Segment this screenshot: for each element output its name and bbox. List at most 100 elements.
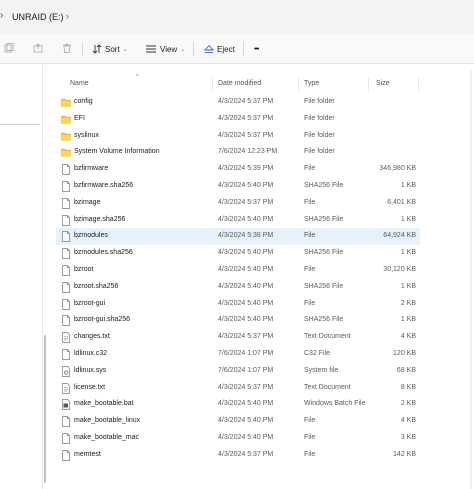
file-date-modified: 4/3/2024 5:40 PM bbox=[218, 266, 274, 273]
file-icon bbox=[62, 197, 70, 209]
system-file-icon bbox=[62, 365, 70, 377]
file-name: bzfirmware.sha256 bbox=[74, 182, 134, 189]
nav-scrollbar[interactable] bbox=[44, 335, 46, 483]
file-icon bbox=[62, 433, 70, 444]
file-date-modified: 7/6/2024 1:07 PM bbox=[218, 350, 274, 357]
file-type: SHA256 File bbox=[304, 215, 344, 223]
file-size: 1 KB bbox=[400, 282, 416, 290]
file-row[interactable]: ldlinux.c32 7/6/2024 1:07 PM C32 File 120 K… bbox=[56, 346, 420, 363]
file-name: bzroot-gui.sha256 bbox=[74, 316, 131, 324]
breadcrumb-drive[interactable]: UNRAID (E:) bbox=[12, 12, 64, 22]
file-row[interactable]: EFI 4/3/2024 5:37 PM File folder bbox=[56, 111, 420, 128]
file-row[interactable]: bzfirmware.sha256 4/3/2024 5:40 PM SHA256 … bbox=[56, 178, 420, 195]
file-size: 30,120 KB bbox=[383, 266, 416, 273]
file-name: bzmodules bbox=[74, 232, 108, 240]
column-name[interactable]: Name bbox=[70, 80, 89, 87]
file-type: File folder bbox=[304, 98, 335, 105]
file-name: bzmodules.sha256 bbox=[74, 249, 133, 257]
file-icon bbox=[62, 181, 70, 192]
pane-divider[interactable] bbox=[42, 65, 43, 489]
column-separator[interactable] bbox=[368, 78, 369, 91]
column-size[interactable]: Size bbox=[376, 80, 390, 87]
file-size: 6,401 KB bbox=[387, 198, 416, 206]
command-bar: Sort ⌄ View ⌄ Eject ••• bbox=[0, 34, 474, 64]
view-button[interactable]: View ⌄ bbox=[145, 42, 185, 56]
file-size: 3 KB bbox=[400, 434, 416, 441]
chevron-down-icon: ⌄ bbox=[180, 46, 186, 53]
file-icon bbox=[62, 265, 70, 276]
file-row[interactable]: make_bootable.bat 4/3/2024 5:40 PM Windows… bbox=[56, 396, 420, 413]
delete-icon[interactable] bbox=[62, 43, 72, 53]
file-icon bbox=[62, 298, 70, 310]
file-type: Windows Batch File bbox=[304, 400, 366, 408]
folder-icon bbox=[61, 149, 71, 158]
file-icon bbox=[62, 164, 70, 176]
file-date-modified: 4/3/2024 5:40 PM bbox=[218, 316, 274, 324]
column-date-modified[interactable]: Date modified bbox=[218, 80, 261, 87]
file-row[interactable]: syslinux 4/3/2024 5:37 PM File folder bbox=[56, 128, 420, 145]
file-row[interactable]: ldlinux.sys 7/6/2024 1:07 PM System file 68… bbox=[56, 363, 420, 380]
file-size: 1 KB bbox=[400, 215, 416, 223]
more-options-button[interactable]: ••• bbox=[254, 42, 259, 56]
file-size: 120 KB bbox=[393, 350, 416, 357]
share-icon[interactable] bbox=[33, 43, 43, 53]
toolbar-divider bbox=[82, 42, 83, 56]
file-row[interactable]: make_bootable_mac 4/3/2024 5:40 PM File 3 K… bbox=[56, 430, 420, 447]
file-row[interactable]: bzroot-gui.sha256 4/3/2024 5:40 PM SHA256 … bbox=[56, 312, 420, 329]
file-row[interactable]: bzroot.sha256 4/3/2024 5:40 PM SHA256 File… bbox=[56, 279, 420, 296]
file-date-modified: 4/3/2024 5:37 PM bbox=[218, 450, 274, 458]
file-date-modified: 4/3/2024 5:40 PM bbox=[218, 417, 274, 425]
file-icon bbox=[62, 416, 70, 428]
column-separator[interactable] bbox=[418, 78, 419, 91]
file-row[interactable]: bzmodules.sha256 4/3/2024 5:40 PM SHA256 F… bbox=[56, 245, 420, 262]
text-file-icon bbox=[62, 382, 70, 394]
file-icon bbox=[62, 281, 70, 293]
file-icon bbox=[62, 231, 70, 243]
file-type: Text Document bbox=[304, 333, 351, 341]
file-date-modified: 4/3/2024 5:37 PM bbox=[218, 98, 274, 105]
file-list-scrollbar[interactable] bbox=[470, 70, 472, 489]
file-name: bzfirmware bbox=[74, 165, 109, 173]
file-date-modified: 4/3/2024 5:38 PM bbox=[218, 232, 274, 240]
eject-button[interactable]: Eject bbox=[204, 42, 235, 56]
file-row[interactable]: bzroot 4/3/2024 5:40 PM File 30,120 KB bbox=[56, 262, 420, 279]
column-separator[interactable] bbox=[298, 78, 299, 91]
address-bar: › UNRAID (E:) › bbox=[0, 0, 474, 34]
file-size: 346,980 KB bbox=[379, 165, 416, 173]
navigation-pane[interactable] bbox=[0, 65, 42, 489]
file-row[interactable]: make_bootable_linux 4/3/2024 5:40 PM File 4… bbox=[56, 413, 420, 430]
copy-icon[interactable] bbox=[4, 43, 14, 53]
file-name: ldlinux.sys bbox=[74, 366, 107, 374]
eject-icon bbox=[204, 44, 214, 53]
file-row[interactable]: System Volume Information 7/6/2024 12:23 … bbox=[56, 144, 420, 161]
chevron-right-icon[interactable]: › bbox=[0, 10, 8, 24]
file-row[interactable]: bzimage.sha256 4/3/2024 5:40 PM SHA256 Fil… bbox=[56, 212, 420, 229]
file-date-modified: 4/3/2024 5:40 PM bbox=[218, 299, 274, 307]
file-date-modified: 4/3/2024 5:40 PM bbox=[218, 400, 274, 408]
file-row[interactable]: changes.txt 4/3/2024 5:37 PM Text Document… bbox=[56, 329, 420, 346]
column-header: Name ^ Date modified Type Size bbox=[56, 74, 420, 94]
nav-selection-line bbox=[0, 124, 40, 125]
file-icon bbox=[62, 349, 70, 360]
file-row[interactable]: license.txt 4/3/2024 5:37 PM Text Document… bbox=[56, 380, 420, 397]
chevron-right-icon[interactable]: › bbox=[66, 11, 69, 21]
file-icon bbox=[62, 449, 70, 461]
file-row[interactable]: bzfirmware 4/3/2024 5:39 PM File 346,980 KB bbox=[56, 161, 420, 178]
sort-button[interactable]: Sort ⌄ bbox=[92, 42, 128, 56]
file-row[interactable]: bzroot-gui 4/3/2024 5:40 PM File 2 KB bbox=[56, 296, 420, 313]
file-size: 1 KB bbox=[400, 316, 416, 324]
file-row[interactable]: bzmodules 4/3/2024 5:38 PM File 64,924 KB bbox=[56, 228, 420, 246]
file-type: C32 File bbox=[304, 350, 331, 357]
file-name: EFI bbox=[74, 114, 85, 122]
file-date-modified: 4/3/2024 5:37 PM bbox=[218, 333, 274, 341]
file-size: 1 KB bbox=[400, 249, 416, 257]
eject-label: Eject bbox=[217, 44, 235, 54]
file-name: make_bootable_mac bbox=[74, 434, 139, 441]
sort-up-icon: ^ bbox=[136, 74, 139, 80]
file-type: SHA256 File bbox=[304, 282, 344, 290]
file-row[interactable]: bzimage 4/3/2024 5:37 PM File 6,401 KB bbox=[56, 195, 420, 212]
column-type[interactable]: Type bbox=[304, 80, 319, 87]
column-separator[interactable] bbox=[212, 78, 213, 91]
file-row[interactable]: memtest 4/3/2024 5:37 PM File 142 KB bbox=[56, 447, 420, 464]
file-row[interactable]: config 4/3/2024 5:37 PM File folder bbox=[56, 94, 420, 111]
